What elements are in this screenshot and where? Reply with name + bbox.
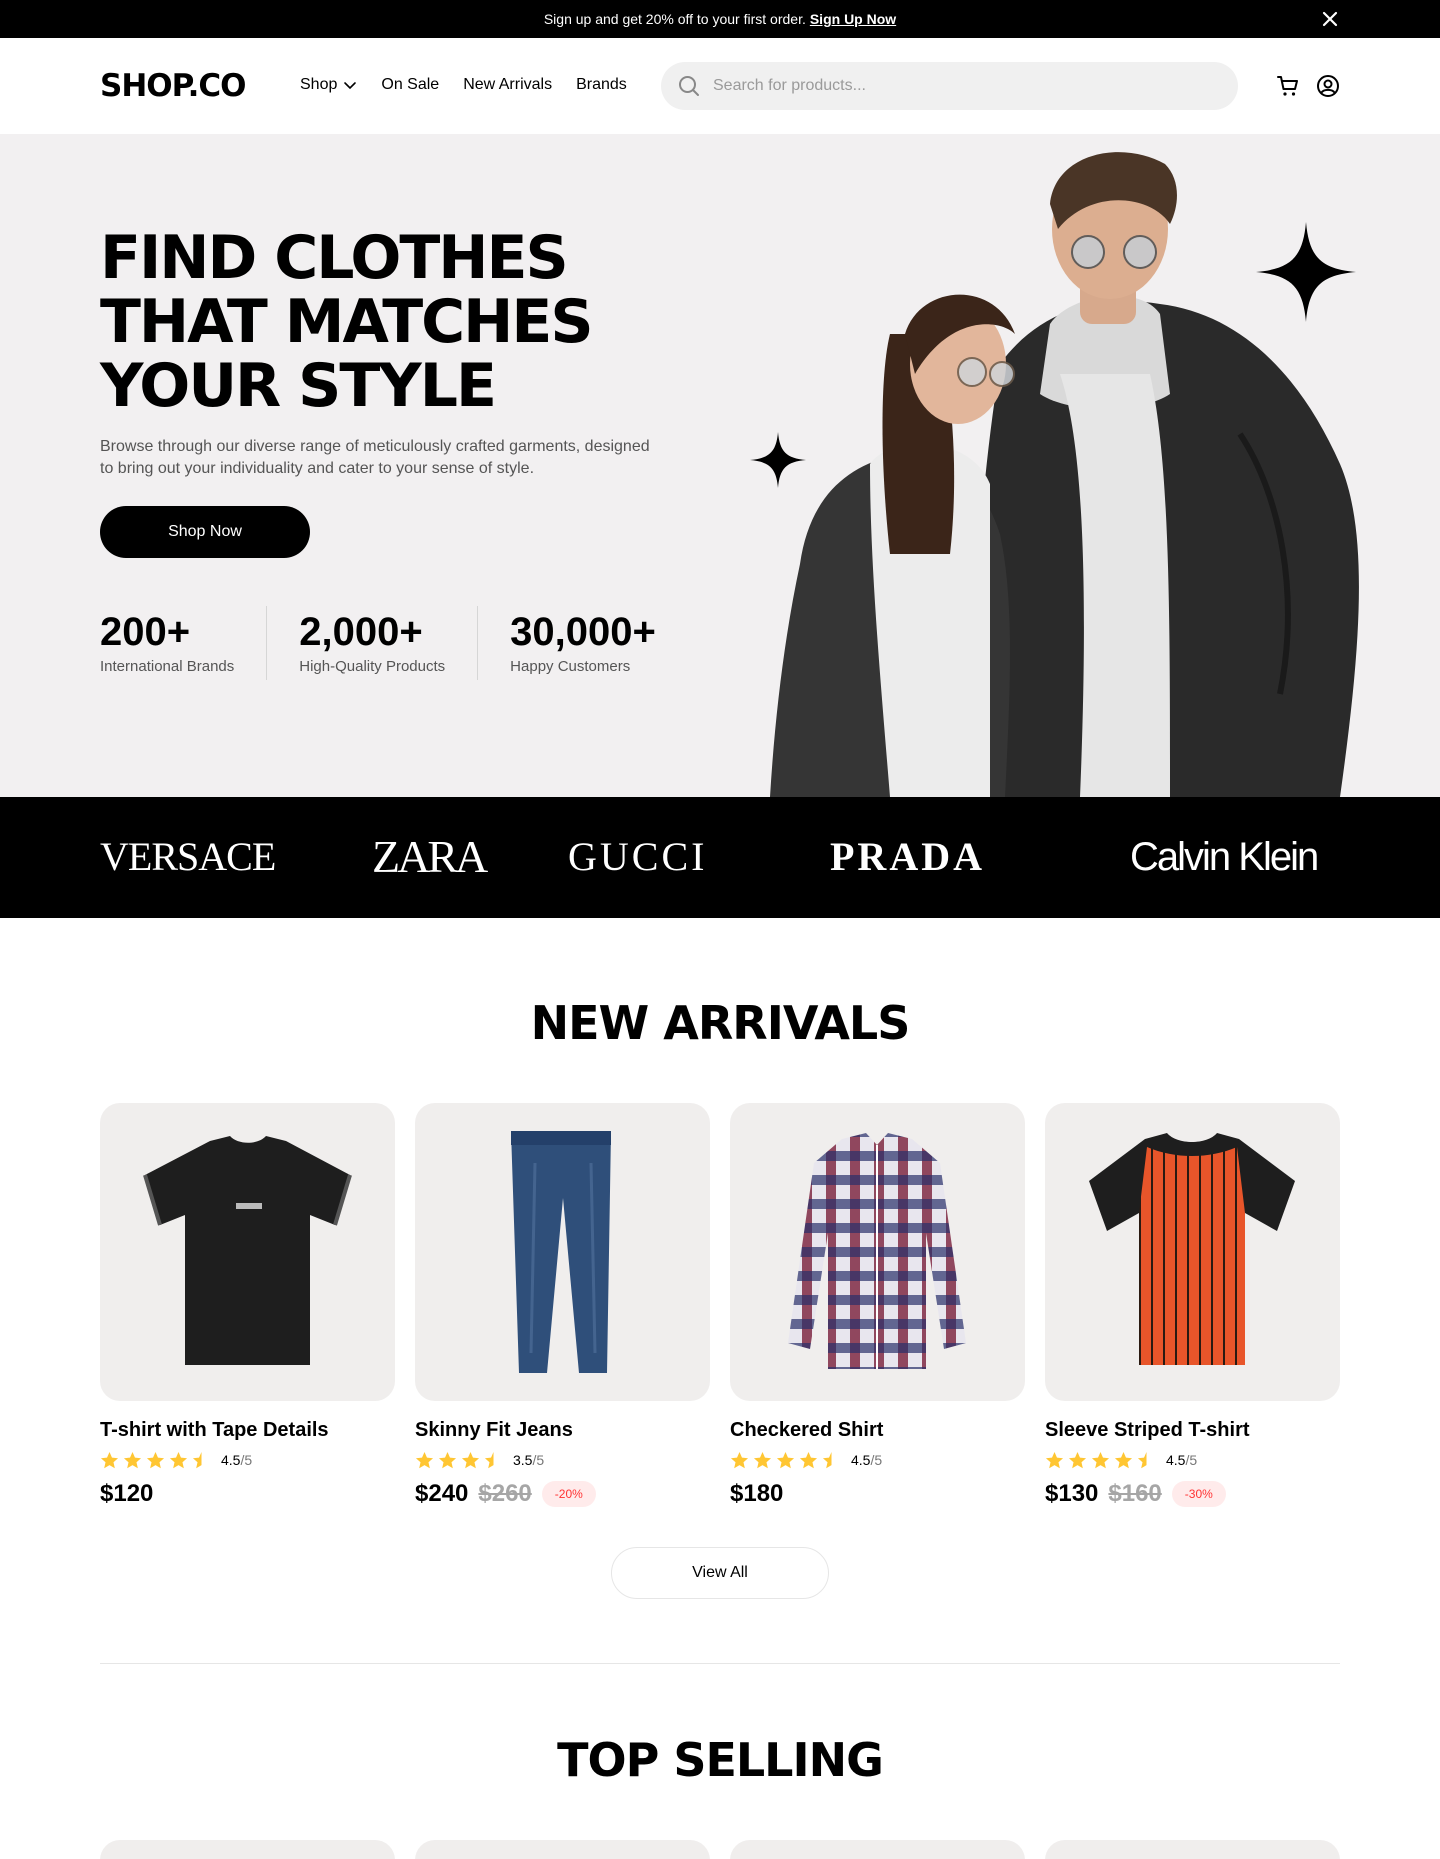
product-card[interactable] <box>100 1840 395 1859</box>
product-price-row: $130 $160 -30% <box>1045 1480 1340 1508</box>
product-price: $180 <box>730 1480 784 1507</box>
half-star-icon <box>1137 1451 1147 1468</box>
sign-up-link[interactable]: Sign Up Now <box>810 11 896 27</box>
announcement-text: Sign up and get 20% off to your first or… <box>543 11 806 27</box>
hero-stats: 200+ International Brands 2,000+ High-Qu… <box>100 606 656 680</box>
new-arrivals-title: NEW ARRIVALS <box>530 996 911 1050</box>
star-icon <box>146 1451 165 1468</box>
brand-logo-versace: VERSACE <box>100 834 276 879</box>
discount-badge: -30% <box>1171 1481 1226 1507</box>
product-price-row: $240 $260 -20% <box>415 1480 710 1508</box>
rating-stars <box>100 1451 211 1470</box>
star-icon <box>438 1451 457 1468</box>
stat-brands: 200+ International Brands <box>100 606 268 680</box>
product-card[interactable]: Skinny Fit Jeans 3.5/5 $240 $260 -20% <box>415 1103 710 1508</box>
product-rating: 4.5/5 <box>1045 1450 1340 1470</box>
nav-item-shop[interactable]: Shop <box>300 76 357 94</box>
product-name[interactable]: Sleeve Striped T-shirt <box>1045 1419 1340 1442</box>
brand-logos-bar: VERSACE ZARA GUCCI PRADA Calvin Klein <box>0 797 1440 918</box>
rating-stars <box>415 1451 503 1470</box>
star-icon <box>799 1451 818 1468</box>
announcement-bar: Sign up and get 20% off to your first or… <box>0 0 1440 38</box>
discount-badge: -20% <box>541 1481 596 1507</box>
star-icon <box>1114 1451 1133 1468</box>
product-rating: 4.5/5 <box>730 1450 1025 1470</box>
product-name[interactable]: T-shirt with Tape Details <box>100 1419 395 1442</box>
star-icon <box>776 1451 795 1468</box>
hero-section: FIND CLOTHES THAT MATCHES YOUR STYLE Bro… <box>0 134 1440 797</box>
star-icon <box>1045 1451 1064 1468</box>
product-old-price: $260 <box>478 1480 532 1507</box>
star-icon <box>169 1451 188 1468</box>
sparkle-large-icon <box>1256 222 1356 322</box>
site-logo[interactable]: SHOP.CO <box>100 68 247 104</box>
cart-icon[interactable] <box>1276 74 1300 98</box>
search-input[interactable] <box>713 77 1193 95</box>
half-star-icon <box>822 1451 832 1468</box>
brand-logo-calvin-klein: Calvin Klein <box>1130 835 1319 879</box>
view-all-button[interactable]: View All <box>611 1547 829 1599</box>
product-image[interactable] <box>1045 1103 1340 1401</box>
product-price: $130 <box>1045 1480 1099 1507</box>
star-icon <box>753 1451 772 1468</box>
product-card[interactable]: Checkered Shirt 4.5/5 $180 <box>730 1103 1025 1508</box>
stat-products: 2,000+ High-Quality Products <box>299 606 479 680</box>
star-icon <box>100 1451 119 1468</box>
nav-item-brands[interactable]: Brands <box>576 76 627 94</box>
rating-stars <box>1045 1451 1156 1470</box>
product-name[interactable]: Checkered Shirt <box>730 1419 1025 1442</box>
brand-logo-zara: ZARA <box>372 831 488 882</box>
checkered-shirt-image <box>788 1133 966 1369</box>
star-icon <box>461 1451 480 1468</box>
product-old-price: $160 <box>1108 1480 1162 1507</box>
hero-subtitle: Browse through our diverse range of meti… <box>100 438 650 477</box>
close-icon[interactable] <box>1320 9 1340 29</box>
star-icon <box>415 1451 434 1468</box>
brand-logo-prada: PRADA <box>830 834 985 879</box>
section-divider <box>100 1663 1340 1664</box>
hero-title: FIND CLOTHES THAT MATCHES YOUR STYLE <box>100 223 594 421</box>
nav-item-label: Shop <box>300 76 338 93</box>
nav-item-on-sale[interactable]: On Sale <box>381 76 439 94</box>
product-image[interactable] <box>100 1103 395 1401</box>
account-icon[interactable] <box>1316 74 1340 98</box>
rating-stars <box>730 1451 841 1470</box>
star-icon <box>1068 1451 1087 1468</box>
product-price: $120 <box>100 1480 154 1507</box>
striped-tshirt-image <box>1089 1133 1295 1365</box>
star-icon <box>730 1451 749 1468</box>
product-card[interactable]: T-shirt with Tape Details 4.5/5 $120 <box>100 1103 395 1508</box>
product-rating: 3.5/5 <box>415 1450 710 1470</box>
product-card[interactable] <box>730 1840 1025 1859</box>
stat-customers: 30,000+ Happy Customers <box>510 610 656 675</box>
sparkle-small-icon <box>750 432 806 488</box>
main-nav: Shop On Sale New Arrivals Brands <box>300 76 627 94</box>
jeans-image <box>511 1131 611 1373</box>
product-card[interactable] <box>415 1840 710 1859</box>
top-selling-title: TOP SELLING <box>557 1733 884 1787</box>
product-card[interactable]: Sleeve Striped T-shirt 4.5/5 $130 $160 -… <box>1045 1103 1340 1508</box>
brand-logo-gucci: GUCCI <box>568 834 708 879</box>
product-price-row: $180 <box>730 1480 1025 1508</box>
product-card[interactable] <box>1045 1840 1340 1859</box>
search-bar <box>661 62 1238 110</box>
product-image[interactable] <box>415 1103 710 1401</box>
star-icon <box>1091 1451 1110 1468</box>
product-price: $240 <box>415 1480 469 1507</box>
sparkle-large-icon <box>516 134 616 188</box>
product-rating: 4.5/5 <box>100 1450 395 1470</box>
chevron-down-icon <box>344 82 357 90</box>
nav-item-new-arrivals[interactable]: New Arrivals <box>463 76 552 94</box>
shop-now-button[interactable]: Shop Now <box>100 506 310 558</box>
product-image[interactable] <box>730 1103 1025 1401</box>
star-icon <box>123 1451 142 1468</box>
product-price-row: $120 <box>100 1480 395 1508</box>
product-name[interactable]: Skinny Fit Jeans <box>415 1419 710 1442</box>
tshirt-image <box>143 1136 352 1365</box>
site-header: SHOP.CO Shop On Sale New Arrivals Brands <box>0 38 1440 134</box>
search-icon <box>679 76 699 96</box>
half-star-icon <box>484 1451 494 1468</box>
half-star-icon <box>192 1451 202 1468</box>
